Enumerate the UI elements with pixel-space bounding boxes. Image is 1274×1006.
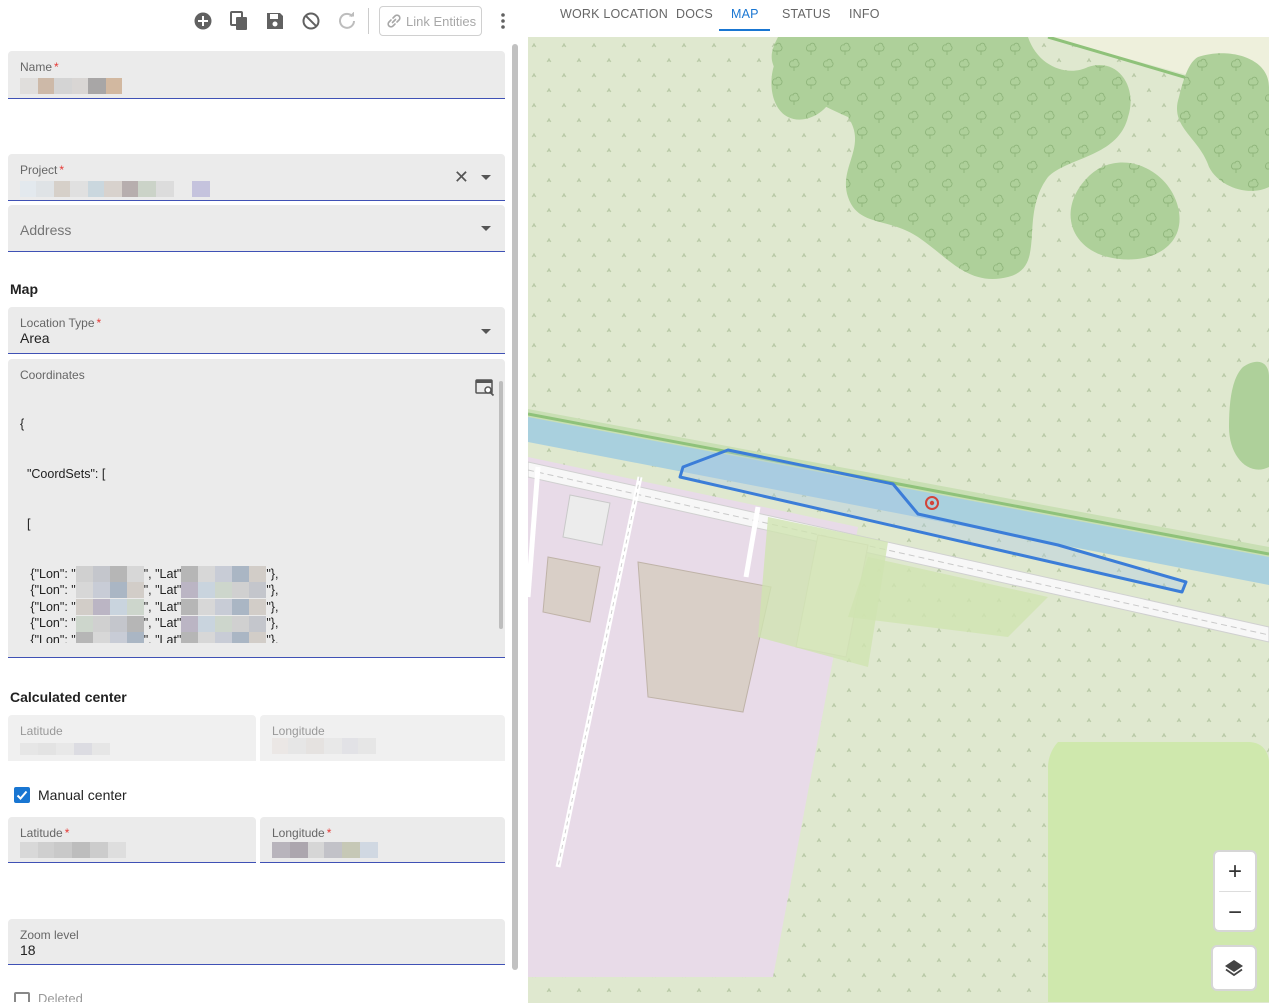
- chevron-down-icon[interactable]: [481, 175, 491, 180]
- refresh-icon[interactable]: [336, 10, 358, 32]
- tab-info[interactable]: INFO: [849, 7, 880, 21]
- calculated-longitude-value-redacted: [272, 737, 376, 755]
- manual-latitude-label: Latitude *: [20, 826, 70, 840]
- more-vert-icon[interactable]: [492, 10, 514, 32]
- location-type-select[interactable]: Location Type * Area: [8, 307, 505, 354]
- manual-longitude-value-redacted: [272, 841, 378, 859]
- block-icon[interactable]: [300, 10, 322, 32]
- tab-work-location[interactable]: WORK LOCATION: [560, 7, 668, 21]
- code-line: {: [20, 417, 25, 432]
- coordinate-row: {"Lon": " ", "Lat" "},: [20, 599, 279, 616]
- layers-icon: [1223, 957, 1245, 979]
- manual-latitude-value-redacted: [20, 841, 126, 859]
- tab-docs[interactable]: DOCS: [676, 7, 713, 21]
- link-entities-button[interactable]: Link Entities: [379, 6, 482, 36]
- form-scrollbar[interactable]: [512, 44, 518, 970]
- project-value-redacted: [20, 180, 210, 198]
- manual-center-checkbox[interactable]: [14, 787, 30, 803]
- zoom-control: + −: [1213, 850, 1257, 932]
- address-placeholder: Address: [20, 222, 72, 238]
- coordinate-row: {"Lon": " ", "Lat" "},: [20, 582, 279, 599]
- active-tab-indicator: [719, 29, 770, 31]
- deleted-checkbox[interactable]: [14, 992, 30, 1002]
- calculated-longitude-field: Longitude: [260, 715, 505, 761]
- copy-icon[interactable]: [228, 10, 250, 32]
- calculated-longitude-label: Longitude: [272, 724, 325, 738]
- calculated-latitude-value-redacted: [20, 740, 110, 756]
- project-field[interactable]: Project * ✕: [8, 154, 505, 201]
- save-icon[interactable]: [264, 10, 286, 32]
- map-section-title: Map: [10, 281, 38, 297]
- address-field[interactable]: Address: [8, 205, 505, 252]
- coordinate-row: {"Lon": " ", "Lat" "},: [20, 615, 279, 632]
- layers-button[interactable]: [1211, 945, 1257, 991]
- coordinate-row: {"Lon": " ", "Lat" "},: [20, 565, 279, 582]
- chevron-down-icon[interactable]: [481, 226, 491, 231]
- link-entities-label: Link Entities: [406, 13, 477, 29]
- tab-status[interactable]: STATUS: [782, 7, 831, 21]
- manual-longitude-label: Longitude *: [272, 826, 332, 840]
- work-location-form: Name * Project * ✕ Address Map Location Ty…: [0, 42, 512, 1002]
- toolbar-separator: [368, 8, 369, 34]
- deleted-label: Deleted: [38, 991, 83, 1002]
- tab-map[interactable]: MAP: [731, 7, 759, 21]
- manual-longitude-field[interactable]: Longitude *: [260, 817, 505, 863]
- map-tiles: [528, 37, 1269, 1003]
- zoom-level-field[interactable]: Zoom level 18: [8, 919, 505, 965]
- code-line: "CoordSets": [: [20, 466, 106, 481]
- coordinates-textarea[interactable]: Coordinates { "CoordSets": [ [ {"Lon": "…: [8, 359, 505, 658]
- coordinate-row: {"Lon": " ", "Lat" "},: [20, 632, 490, 643]
- coordinates-scrollbar[interactable]: [499, 381, 503, 629]
- tab-bar: WORK LOCATION DOCS MAP STATUS INFO: [528, 0, 1274, 34]
- calculated-latitude-field: Latitude: [8, 715, 256, 761]
- code-line: [: [20, 516, 31, 531]
- zoom-in-button[interactable]: +: [1215, 852, 1255, 891]
- location-type-label: Location Type *: [20, 316, 102, 330]
- coordinates-code: { "CoordSets": [ [ {"Lon": " ", "Lat" "}, …: [20, 383, 490, 643]
- chevron-down-icon[interactable]: [481, 329, 491, 334]
- manual-center-label: Manual center: [38, 787, 127, 803]
- name-value-redacted: [20, 77, 122, 95]
- link-icon: [386, 13, 402, 29]
- zoom-divider: [1219, 891, 1251, 892]
- zoom-level-value: 18: [20, 942, 36, 958]
- zoom-out-button[interactable]: −: [1215, 893, 1255, 932]
- toolbar: Link Entities: [0, 0, 520, 42]
- location-type-value: Area: [20, 330, 50, 346]
- project-label: Project *: [20, 163, 65, 177]
- name-field[interactable]: Name *: [8, 51, 505, 99]
- calculated-latitude-label: Latitude: [20, 724, 63, 738]
- clear-icon[interactable]: ✕: [454, 168, 469, 186]
- coordinates-label: Coordinates: [20, 368, 85, 382]
- manual-latitude-field[interactable]: Latitude *: [8, 817, 256, 863]
- map-canvas[interactable]: [528, 37, 1269, 1003]
- add-circle-icon[interactable]: [192, 10, 214, 32]
- name-label: Name *: [20, 60, 59, 74]
- calculated-center-title: Calculated center: [10, 689, 127, 705]
- zoom-level-label: Zoom level: [20, 928, 79, 942]
